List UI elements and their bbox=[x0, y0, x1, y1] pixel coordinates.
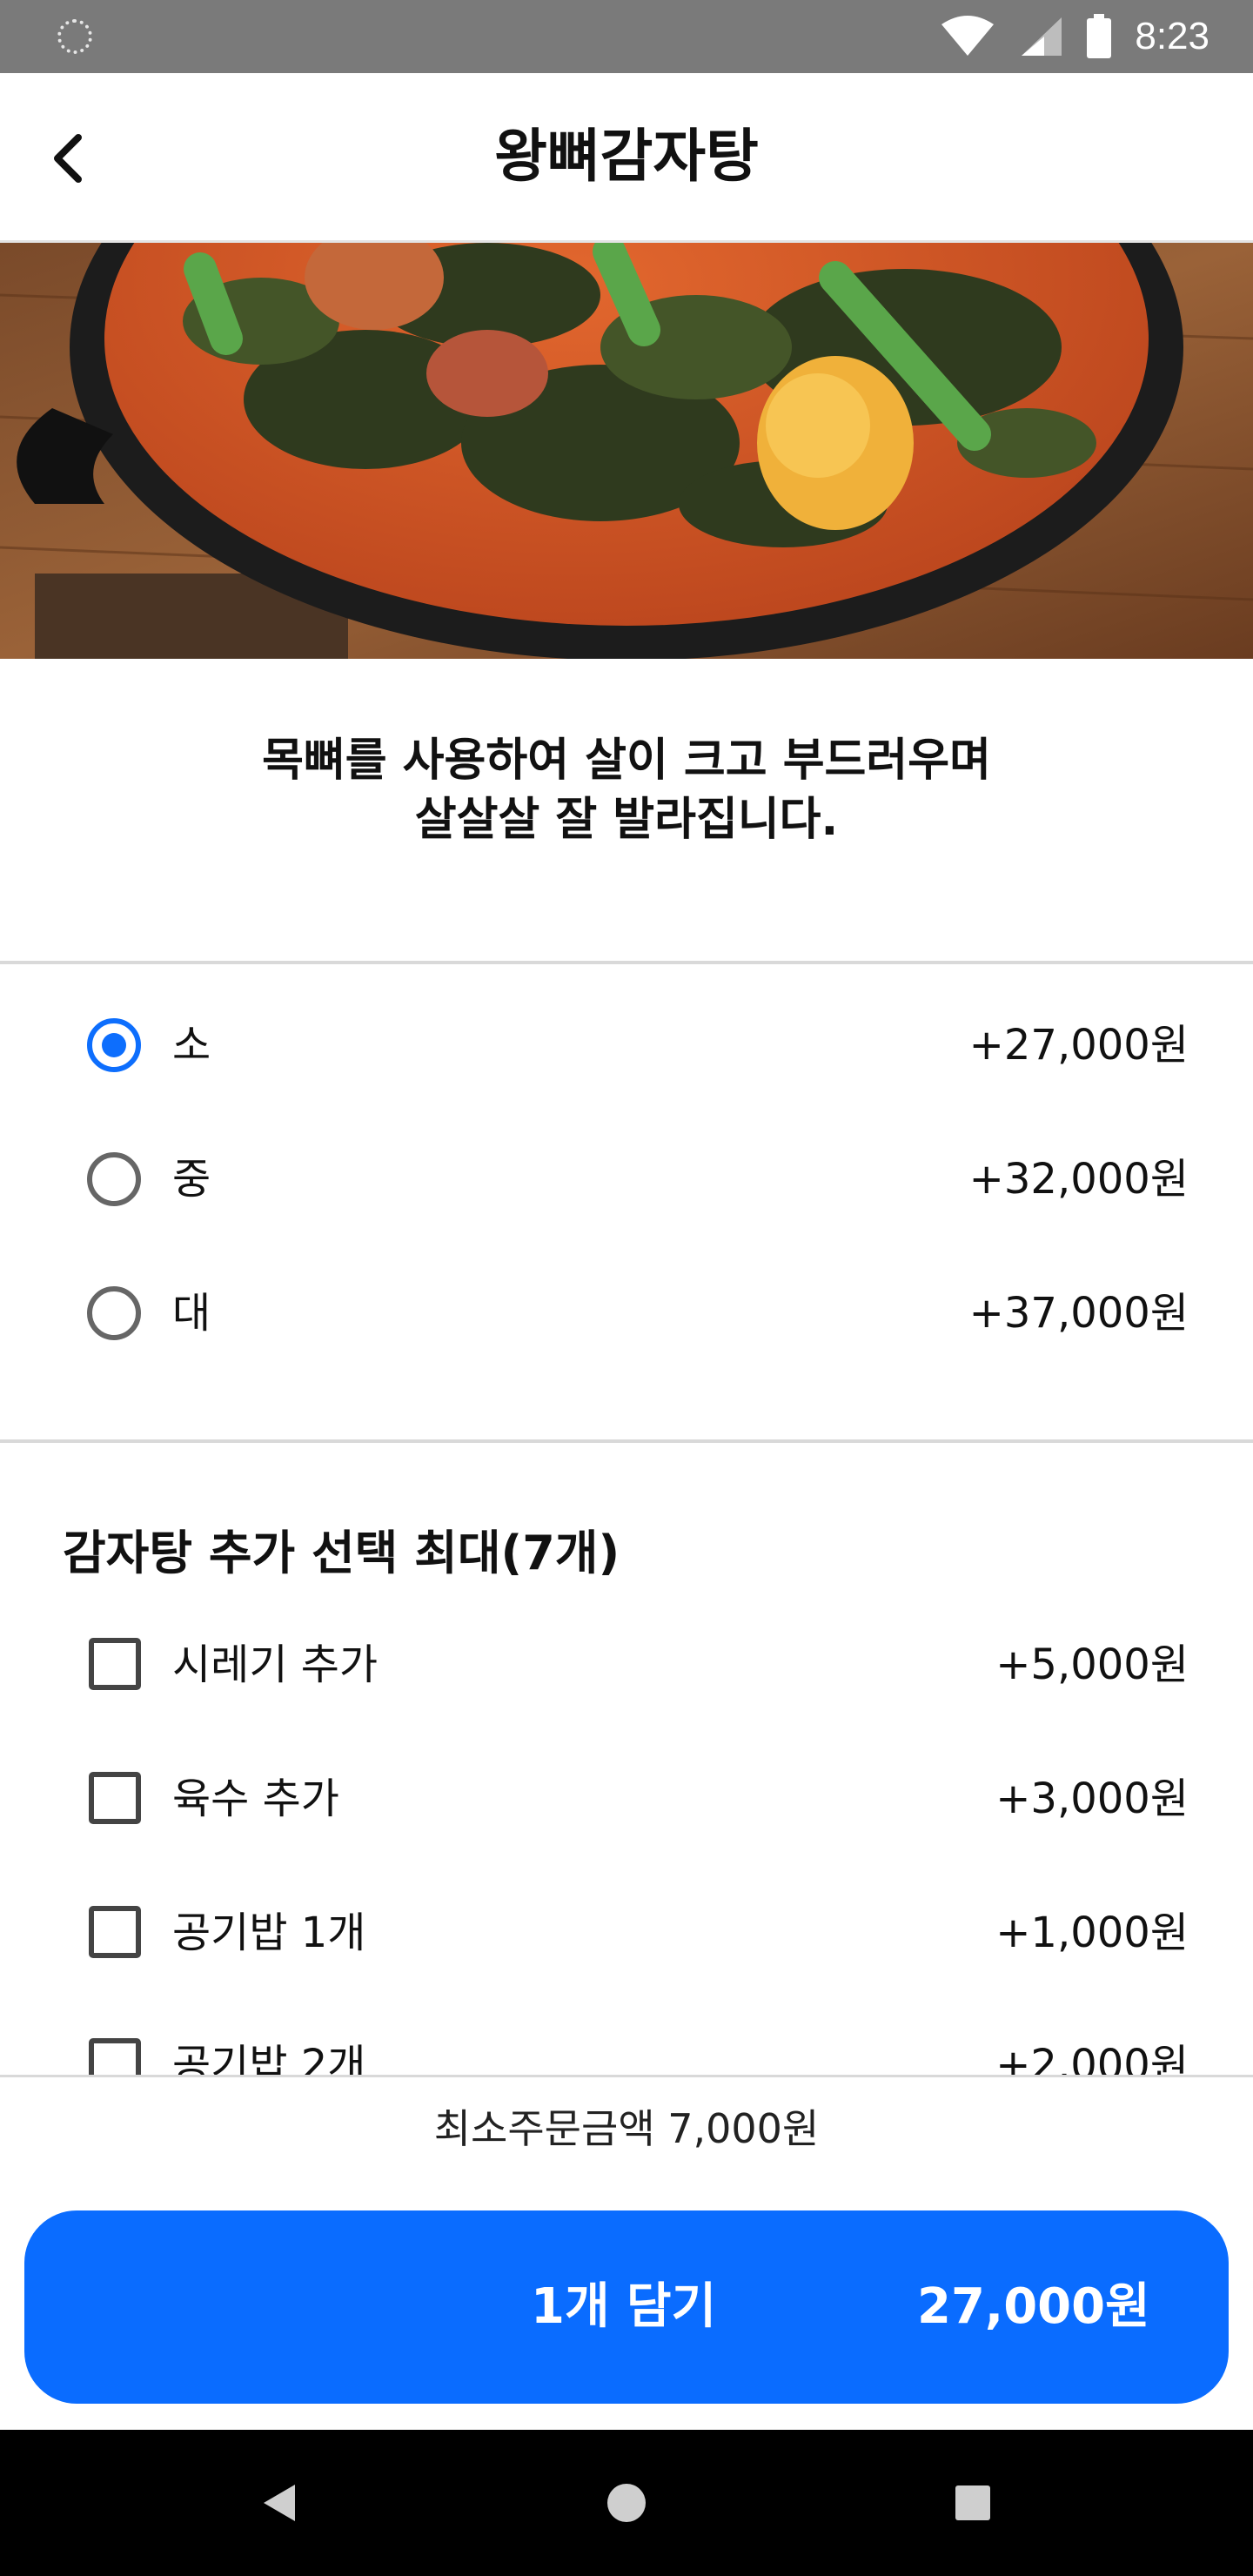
addon-label: 공기밥 2개 bbox=[172, 2041, 366, 2075]
cart-total-price: 27,000원 bbox=[917, 2278, 1150, 2335]
size-option-price: +37,000원 bbox=[968, 1289, 1189, 1338]
addon-price: +3,000원 bbox=[995, 1774, 1189, 1823]
nav-back-button[interactable] bbox=[240, 2465, 317, 2541]
size-option-label: 소 bbox=[172, 1021, 211, 1070]
radio-button[interactable] bbox=[87, 1286, 141, 1340]
checkbox[interactable] bbox=[89, 1906, 141, 1958]
size-option-label: 중 bbox=[172, 1155, 211, 1204]
addon-price: +5,000원 bbox=[995, 1640, 1189, 1689]
addon-item[interactable]: 시레기 추가 +5,000원 bbox=[0, 1600, 1253, 1730]
addon-price: +1,000원 bbox=[995, 1909, 1189, 1957]
nav-back-icon bbox=[264, 2485, 295, 2521]
nav-home-icon bbox=[607, 2484, 646, 2522]
checkbox[interactable] bbox=[89, 1772, 141, 1824]
nav-recents-icon bbox=[955, 2485, 990, 2520]
cart-quantity-label: 1개 담기 bbox=[531, 2278, 717, 2335]
addon-item[interactable]: 육수 추가 +3,000원 bbox=[0, 1734, 1253, 1864]
addon-label: 육수 추가 bbox=[172, 1774, 339, 1823]
checkbox[interactable] bbox=[89, 2038, 141, 2075]
section-divider bbox=[0, 1439, 1253, 1443]
size-option-medium[interactable]: 중 +32,000원 bbox=[0, 1114, 1253, 1244]
addon-item[interactable]: 공기밥 1개 +1,000원 bbox=[0, 1868, 1253, 1998]
size-option-price: +27,000원 bbox=[968, 1021, 1189, 1070]
size-option-label: 대 bbox=[172, 1289, 211, 1338]
nav-home-button[interactable] bbox=[588, 2465, 665, 2541]
addon-label: 시레기 추가 bbox=[172, 1640, 379, 1689]
radio-button[interactable] bbox=[87, 1152, 141, 1206]
size-option-large[interactable]: 대 +37,000원 bbox=[0, 1248, 1253, 1379]
addon-price: +2,000원 bbox=[995, 2041, 1189, 2075]
size-option-price: +32,000원 bbox=[968, 1155, 1189, 1204]
addon-item[interactable]: 공기밥 2개 +2,000원 bbox=[0, 2000, 1253, 2075]
size-option-small[interactable]: 소 +27,000원 bbox=[0, 980, 1253, 1110]
addons-section-title: 감자탕 추가 선택 최대(7개) bbox=[63, 1526, 620, 1580]
nav-recents-button[interactable] bbox=[935, 2465, 1011, 2541]
options-scroll-area[interactable]: 소 +27,000원 중 +32,000원 대 +37,000원 감자탕 추가 … bbox=[0, 0, 1253, 2075]
add-to-cart-button[interactable]: 1개 담기 27,000원 bbox=[24, 2210, 1229, 2404]
addon-label: 공기밥 1개 bbox=[172, 1909, 366, 1957]
min-order-amount: 최소주문금액 7,000원 bbox=[433, 2105, 820, 2152]
checkbox[interactable] bbox=[89, 1638, 141, 1690]
system-nav-bar bbox=[0, 2430, 1253, 2576]
radio-button-selected[interactable] bbox=[87, 1018, 141, 1072]
